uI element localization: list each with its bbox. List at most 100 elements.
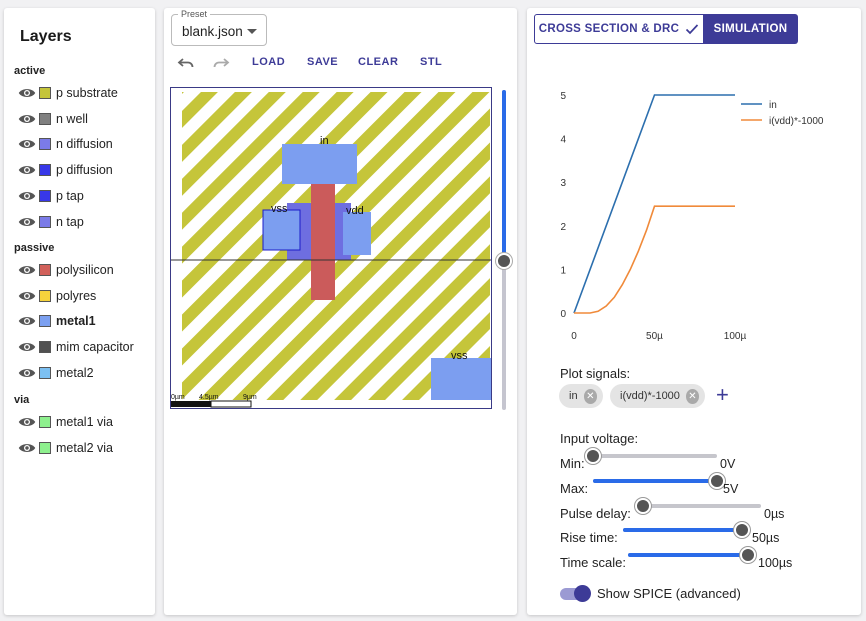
- eye-icon[interactable]: [18, 366, 36, 380]
- layer-label: metal2: [56, 365, 94, 380]
- show-spice-toggle[interactable]: [574, 585, 591, 602]
- layer-color-swatch: [39, 341, 51, 354]
- series-line-1: [574, 205, 735, 314]
- layer-row[interactable]: metal2 via: [18, 438, 113, 458]
- eye-icon[interactable]: [18, 441, 36, 455]
- close-icon[interactable]: ✕: [685, 388, 699, 404]
- eye-icon[interactable]: [18, 289, 36, 303]
- add-signal-button[interactable]: +: [716, 383, 729, 407]
- layer-label: metal2 via: [56, 440, 113, 455]
- layer-color-swatch: [39, 215, 51, 228]
- metal1-vss-bottom-pad[interactable]: [431, 358, 492, 400]
- layer-group-via: via: [14, 394, 30, 406]
- metal1-vdd-pad[interactable]: [343, 212, 371, 255]
- slider-value: 100µs: [758, 556, 793, 570]
- simulation-panel: CROSS SECTION & DRC SIMULATION 0 1 2 3 4 5 0 50…: [527, 8, 861, 615]
- slider-value: 50µs: [752, 531, 780, 545]
- slider-thumb[interactable]: [585, 448, 601, 464]
- eye-icon[interactable]: [18, 189, 36, 203]
- eye-icon[interactable]: [18, 163, 36, 177]
- undo-icon[interactable]: [176, 55, 196, 71]
- slider-thumb[interactable]: [635, 498, 651, 514]
- eye-icon[interactable]: [18, 86, 36, 100]
- label-vdd: vdd: [346, 205, 364, 217]
- layer-color-swatch: [39, 138, 51, 151]
- redo-icon[interactable]: [211, 55, 231, 71]
- slider-label: Rise time:: [560, 530, 618, 545]
- layer-color-swatch: [39, 164, 51, 177]
- layer-group-active: active: [14, 65, 46, 77]
- x-tick-label: 100µ: [724, 331, 747, 342]
- slider-value: 0V: [720, 457, 736, 471]
- tab-cross-section-label: CROSS SECTION & DRC: [538, 23, 680, 35]
- preset-select[interactable]: Preset blank.json: [171, 9, 267, 46]
- stl-button[interactable]: STL: [420, 56, 442, 68]
- layer-color-swatch: [39, 366, 51, 379]
- eye-icon[interactable]: [18, 137, 36, 151]
- layer-row[interactable]: polyres: [18, 286, 96, 306]
- save-button[interactable]: SAVE: [307, 56, 338, 68]
- eye-icon[interactable]: [18, 415, 36, 429]
- cross-section-slider-thumb[interactable]: [496, 253, 512, 269]
- preset-label: Preset: [178, 9, 211, 19]
- layer-row[interactable]: metal1: [18, 311, 96, 331]
- layer-row[interactable]: metal2: [18, 363, 94, 383]
- layer-color-swatch: [39, 416, 51, 428]
- polysilicon-gate[interactable]: [311, 184, 335, 300]
- layer-color-swatch: [39, 315, 51, 328]
- y-tick-label: 4: [560, 135, 566, 146]
- signal-chip-label: i(vdd)*-1000: [620, 390, 680, 402]
- show-spice-label: Show SPICE (advanced): [597, 586, 741, 601]
- layer-row[interactable]: n tap: [18, 212, 84, 232]
- signal-chip-label: in: [569, 390, 578, 402]
- eye-icon[interactable]: [18, 215, 36, 229]
- tab-cross-section[interactable]: CROSS SECTION & DRC: [534, 14, 704, 44]
- legend-label-1: i(vdd)*-1000: [769, 116, 824, 127]
- y-tick-label: 2: [560, 222, 566, 233]
- metal1-in-pad[interactable]: [282, 144, 357, 184]
- layer-label: mim capacitor: [56, 340, 134, 355]
- plot-signals-label: Plot signals:: [560, 366, 631, 381]
- input-voltage-label: Input voltage:: [560, 431, 639, 446]
- label-vss-bottom: vss: [451, 350, 468, 362]
- layer-row[interactable]: p diffusion: [18, 160, 113, 180]
- eye-icon[interactable]: [18, 314, 36, 328]
- simulation-plot[interactable]: 0 1 2 3 4 5 0 50µ 100µ in i(vdd)*-1000: [547, 78, 847, 348]
- slider-thumb[interactable]: [734, 522, 750, 538]
- tab-simulation[interactable]: SIMULATION: [703, 14, 798, 44]
- eye-icon[interactable]: [18, 263, 36, 277]
- slider-label: Pulse delay:: [560, 506, 631, 521]
- layer-label: metal1 via: [56, 415, 113, 429]
- x-tick-label: 0: [571, 331, 577, 342]
- label-vss: vss: [271, 203, 288, 215]
- slider-thumb[interactable]: [740, 547, 756, 563]
- slider-track[interactable]: [643, 504, 761, 508]
- slider-label: Time scale:: [560, 555, 626, 570]
- layer-row[interactable]: n well: [18, 109, 88, 129]
- slider-value: 0µs: [764, 507, 785, 521]
- close-icon[interactable]: ✕: [583, 388, 597, 404]
- load-button[interactable]: LOAD: [252, 56, 285, 68]
- layer-label: p substrate: [56, 86, 118, 100]
- slider-track[interactable]: [593, 454, 717, 458]
- scale-label-0: 0µm: [171, 394, 185, 401]
- slider-fill: [623, 528, 742, 532]
- chevron-down-icon: [247, 29, 257, 34]
- scale-label-2: 9µm: [243, 394, 257, 401]
- clear-button[interactable]: CLEAR: [358, 56, 398, 68]
- layout-canvas[interactable]: in vss vdd vss 0µm 4.5µm 9µm: [170, 87, 492, 409]
- layout-drawing[interactable]: in vss vdd vss 0µm 4.5µm 9µm: [171, 88, 492, 409]
- signal-chip-in[interactable]: in ✕: [559, 384, 603, 408]
- layer-row[interactable]: n diffusion: [18, 134, 113, 154]
- y-tick-label: 5: [560, 91, 566, 102]
- layer-row[interactable]: p tap: [18, 186, 84, 206]
- eye-icon[interactable]: [18, 112, 36, 126]
- layer-row[interactable]: metal1 via: [18, 412, 113, 432]
- signal-chip-ivdd[interactable]: i(vdd)*-1000 ✕: [610, 384, 705, 408]
- eye-icon[interactable]: [18, 340, 36, 354]
- layer-row[interactable]: p substrate: [18, 83, 118, 103]
- slider-fill: [628, 553, 748, 557]
- layer-row[interactable]: mim capacitor: [18, 337, 134, 357]
- layer-row[interactable]: polysilicon: [18, 260, 114, 280]
- metal1-vss-pad[interactable]: [262, 209, 301, 251]
